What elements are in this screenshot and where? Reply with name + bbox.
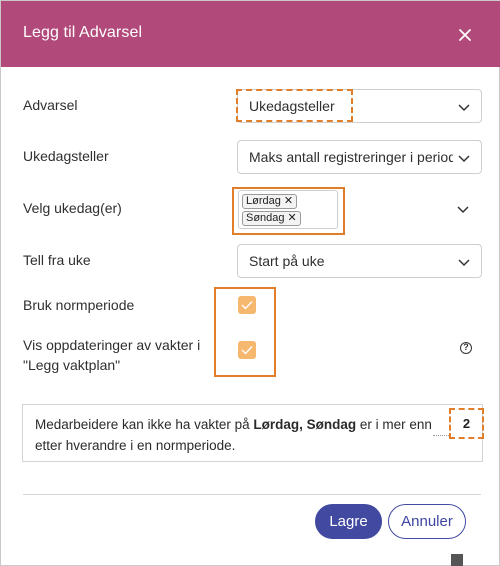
ukedagsteller-label: Ukedagsteller	[23, 148, 109, 164]
remove-tag-icon[interactable]: ✕	[288, 212, 297, 224]
bruk-normperiode-checkbox[interactable]	[238, 296, 256, 314]
chevron-down-icon	[458, 259, 470, 267]
checkmark-icon	[241, 346, 253, 355]
tell-fra-uke-label: Tell fra uke	[23, 252, 91, 268]
ukedagsteller-value: Maks antall registreringer i periode	[249, 149, 453, 165]
cancel-button[interactable]: Annuler	[388, 504, 466, 539]
footer-divider	[23, 494, 481, 495]
label-line-1: Vis oppdateringer av vakter i	[23, 337, 201, 353]
checkmark-icon	[241, 301, 253, 310]
tell-fra-uke-value: Start på uke	[249, 253, 325, 269]
count-input[interactable]: 2	[450, 409, 483, 438]
resize-handle[interactable]	[451, 554, 463, 566]
weekday-multiselect[interactable]: Lørdag ✕ Søndag ✕	[238, 190, 338, 229]
tell-fra-uke-select[interactable]: Start på uke	[237, 244, 482, 278]
chevron-down-icon	[458, 155, 470, 163]
chevron-down-icon[interactable]	[456, 202, 470, 216]
chevron-down-icon	[458, 104, 470, 112]
tag-lordag: Lørdag ✕	[242, 194, 298, 209]
tag-label: Lørdag	[246, 195, 281, 207]
description-days: Lørdag, Søndag	[253, 417, 357, 432]
warning-description: Medarbeidere kan ikke ha vakter på Lørda…	[35, 414, 435, 456]
tag-sondag: Søndag ✕	[242, 211, 301, 226]
advarsel-value: Ukedagsteller	[249, 98, 335, 114]
input-underline	[433, 435, 451, 436]
close-button[interactable]	[451, 21, 479, 49]
description-part-1: Medarbeidere kan ikke ha vakter på	[35, 417, 254, 432]
dialog-header: Legg til Advarsel	[1, 1, 500, 67]
velg-ukedag-label: Velg ukedag(er)	[23, 200, 122, 216]
add-warning-dialog: Legg til Advarsel Advarsel Ukedagsteller…	[0, 0, 500, 566]
advarsel-select[interactable]: Ukedagsteller	[237, 89, 482, 123]
remove-tag-icon[interactable]: ✕	[284, 195, 293, 207]
help-icon[interactable]: ?	[460, 342, 472, 354]
close-icon	[459, 29, 471, 41]
advarsel-label: Advarsel	[23, 97, 78, 113]
label-line-2: "Legg vaktplan"	[23, 357, 121, 373]
description-line-2: etter hverandre i en normperiode.	[35, 438, 236, 453]
tag-label: Søndag	[246, 212, 285, 224]
ukedagsteller-select[interactable]: Maks antall registreringer i periode	[237, 140, 482, 174]
vis-oppdateringer-checkbox[interactable]	[238, 341, 256, 359]
save-button[interactable]: Lagre	[315, 504, 382, 539]
dialog-title: Legg til Advarsel	[23, 24, 143, 41]
warning-description-box: Medarbeidere kan ikke ha vakter på Lørda…	[22, 404, 483, 462]
vis-oppdateringer-label: Vis oppdateringer av vakter i "Legg vakt…	[23, 335, 200, 375]
bruk-normperiode-label: Bruk normperiode	[23, 297, 135, 313]
description-part-2: er i mer enn	[356, 417, 432, 432]
